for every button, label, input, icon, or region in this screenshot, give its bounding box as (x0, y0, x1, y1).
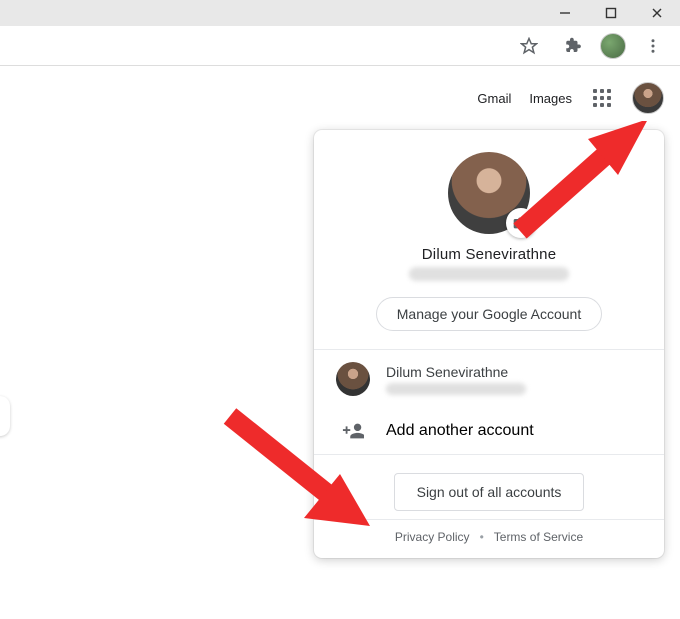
page-body: Gmail Images Dilum Senevirathne Manage y… (0, 66, 680, 619)
profile-chip-icon[interactable] (600, 33, 626, 59)
window-titlebar (0, 0, 680, 26)
maximize-button[interactable] (588, 0, 634, 26)
terms-link[interactable]: Terms of Service (494, 530, 583, 544)
privacy-link[interactable]: Privacy Policy (395, 530, 470, 544)
top-right-nav: Gmail Images (477, 82, 664, 114)
gmail-link[interactable]: Gmail (477, 91, 511, 106)
account-email-blurred (409, 267, 569, 281)
account-footer: Privacy Policy • Terms of Service (314, 520, 664, 546)
account-menu-card: Dilum Senevirathne Manage your Google Ac… (314, 130, 664, 558)
other-account-email-blurred (386, 383, 526, 395)
close-button[interactable] (634, 0, 680, 26)
other-account-row[interactable]: Dilum Senevirathne (314, 350, 664, 408)
avatar-large-wrap (448, 152, 530, 234)
change-photo-button[interactable] (506, 208, 536, 238)
extensions-icon[interactable] (556, 29, 590, 63)
other-account-name: Dilum Senevirathne (386, 364, 526, 380)
signout-button[interactable]: Sign out of all accounts (394, 473, 585, 511)
profile-avatar[interactable] (632, 82, 664, 114)
account-name: Dilum Senevirathne (422, 246, 557, 263)
browser-toolbar (0, 26, 680, 66)
more-vert-icon[interactable] (636, 29, 670, 63)
account-header: Dilum Senevirathne Manage your Google Ac… (314, 130, 664, 349)
add-account-label: Add another account (386, 422, 534, 440)
dot-separator: • (480, 530, 484, 544)
other-account-avatar (336, 362, 370, 396)
images-link[interactable]: Images (529, 91, 572, 106)
window-controls (542, 0, 680, 26)
left-semicircle (0, 396, 10, 436)
manage-account-button[interactable]: Manage your Google Account (376, 297, 602, 331)
person-add-icon (336, 420, 370, 442)
minimize-button[interactable] (542, 0, 588, 26)
bookmark-star-icon[interactable] (512, 29, 546, 63)
add-account-row[interactable]: Add another account (314, 408, 664, 454)
apps-grid-icon[interactable] (590, 86, 614, 110)
